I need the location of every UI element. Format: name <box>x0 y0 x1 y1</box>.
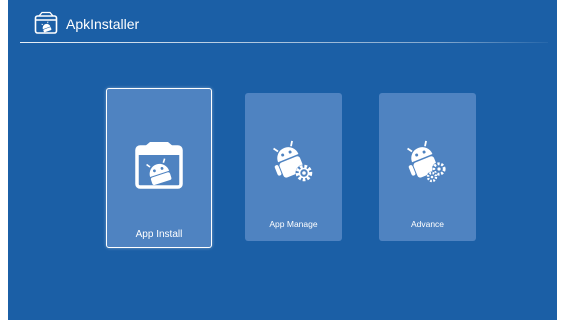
android-box-install-icon <box>135 142 183 189</box>
android-gears-icon <box>407 140 446 183</box>
app-manage-tile[interactable]: App Manage <box>245 93 342 241</box>
apk-installer-app-icon <box>34 11 58 34</box>
advance-label: Advance <box>410 219 445 229</box>
title-bar: ApkInstaller <box>8 8 557 38</box>
app-title: ApkInstaller <box>66 16 140 32</box>
header-divider <box>20 42 548 43</box>
screen: ApkInstaller App Install App Manage Adva… <box>8 0 557 320</box>
app-install-label: App Install <box>135 229 183 240</box>
app-install-tile[interactable]: App Install <box>106 88 212 248</box>
app-manage-label: App Manage <box>269 219 318 229</box>
android-gear-icon <box>273 140 313 182</box>
advance-tile[interactable]: Advance <box>379 93 476 241</box>
